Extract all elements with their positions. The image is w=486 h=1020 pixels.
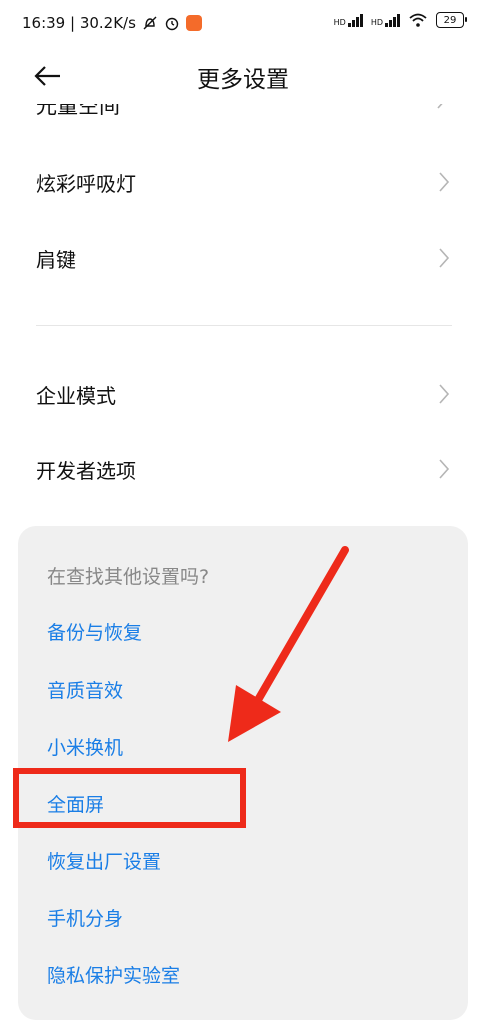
settings-item-partial[interactable]: 光量空间	[0, 104, 486, 126]
chevron-right-icon	[437, 104, 443, 109]
status-right: HD HD 29	[334, 12, 467, 28]
status-bar: 16:39 | 30.2K/s HD HD 29	[0, 0, 486, 44]
link-factory-reset[interactable]: 恢复出厂设置	[47, 847, 161, 874]
settings-item-label: 开发者选项	[36, 459, 136, 483]
chevron-right-icon	[439, 172, 450, 192]
settings-item-breathing-light[interactable]: 炫彩呼吸灯	[0, 152, 486, 212]
section-divider	[36, 325, 452, 326]
signal-2-icon: HD	[371, 13, 400, 27]
link-second-space[interactable]: 手机分身	[47, 904, 123, 931]
signal-1-icon: HD	[334, 13, 363, 27]
status-left: 16:39 | 30.2K/s	[22, 14, 202, 32]
app-notification-icon	[185, 15, 202, 31]
chevron-right-icon	[439, 248, 450, 268]
chevron-right-icon	[439, 384, 450, 404]
battery-icon: 29	[436, 12, 467, 28]
link-backup-restore[interactable]: 备份与恢复	[47, 618, 142, 645]
settings-item-label: 炫彩呼吸灯	[36, 172, 136, 196]
alarm-icon	[165, 17, 179, 31]
settings-item-developer-options[interactable]: 开发者选项	[0, 439, 486, 499]
suggestions-hint: 在查找其他设置吗?	[47, 566, 210, 588]
settings-item-label: 企业模式	[36, 384, 116, 408]
settings-item-label: 肩键	[36, 248, 76, 272]
highlight-box	[13, 768, 246, 828]
chevron-right-icon	[439, 459, 450, 479]
wifi-icon	[409, 13, 427, 27]
settings-item-shoulder-keys[interactable]: 肩键	[0, 228, 486, 288]
status-time-speed: 16:39 | 30.2K/s	[22, 14, 136, 32]
link-mi-mover[interactable]: 小米换机	[47, 733, 123, 760]
link-audio-effects[interactable]: 音质音效	[47, 676, 123, 703]
page-title: 更多设置	[197, 67, 289, 93]
dnd-icon	[143, 16, 157, 30]
settings-item-label: 光量空间	[36, 104, 120, 118]
page-header: 更多设置	[0, 48, 486, 104]
link-privacy-lab[interactable]: 隐私保护实验室	[47, 961, 180, 988]
settings-item-enterprise-mode[interactable]: 企业模式	[0, 364, 486, 424]
